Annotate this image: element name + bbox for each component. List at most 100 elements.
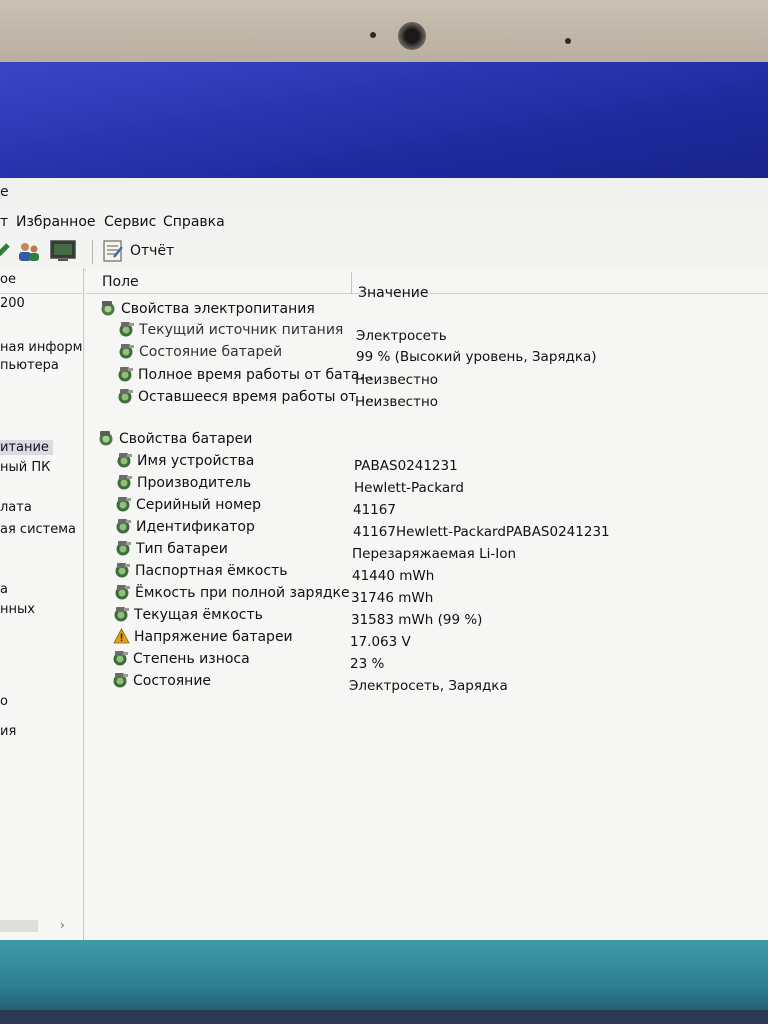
menu-favorites[interactable]: Избранное: [16, 214, 96, 230]
column-divider[interactable]: [351, 272, 352, 294]
webcam-icon: [398, 22, 426, 50]
menu-help[interactable]: Справка: [163, 214, 225, 230]
column-header: Поле Значение: [86, 268, 768, 301]
field-value: Электросеть, Зарядка: [349, 678, 508, 694]
list-item[interactable]: Серийный номер: [115, 496, 261, 513]
column-value[interactable]: Значение: [358, 285, 428, 301]
list-item[interactable]: Состояние: [112, 672, 211, 689]
list-item[interactable]: Паспортная ёмкость: [114, 562, 287, 579]
list-item[interactable]: Идентификатор: [115, 518, 255, 535]
field-value: 41167: [353, 502, 396, 518]
battery-icon: [118, 321, 135, 337]
battery-icon: [118, 343, 135, 359]
battery-properties-icon: [98, 430, 115, 446]
app-window: е т Избранное Сервис Справка Отчёт ое 20…: [0, 178, 768, 958]
list-item[interactable]: Ёмкость при полной зарядке: [114, 584, 350, 601]
sensor-dot: [370, 32, 376, 38]
sidebar-item[interactable]: пьютера: [0, 358, 59, 373]
list-item[interactable]: Степень износа: [112, 650, 250, 667]
list-item[interactable]: Производитель: [116, 474, 251, 491]
power-properties-icon: [100, 300, 117, 316]
sidebar-item[interactable]: ия: [0, 724, 16, 739]
battery-icon: [115, 540, 132, 556]
sidebar-item[interactable]: о: [0, 694, 8, 709]
battery-icon: [116, 474, 133, 490]
sidebar-header[interactable]: ое: [0, 272, 83, 294]
field-label: Тип батареи: [136, 541, 228, 557]
field-label: Текущий источник питания: [139, 322, 344, 338]
sidebar-item[interactable]: 200: [0, 296, 25, 311]
field-label: Серийный номер: [136, 497, 262, 513]
list-item[interactable]: Текущая ёмкость: [113, 606, 263, 623]
monitor-icon[interactable]: [50, 239, 76, 263]
sidebar-tree: ое 200 ная информа пьютера итание ный ПК…: [0, 268, 84, 948]
toolbar: Отчёт: [0, 234, 768, 270]
column-field[interactable]: Поле: [102, 274, 139, 290]
field-value: PABAS0241231: [354, 458, 458, 474]
list-item[interactable]: Тип батареи: [115, 540, 228, 557]
list-item[interactable]: Напряжение батареи: [113, 628, 293, 645]
sidebar-item[interactable]: нных: [0, 602, 35, 617]
sidebar-item[interactable]: а: [0, 582, 8, 597]
group-battery[interactable]: Свойства батареи: [98, 430, 252, 447]
field-value: 41167Hewlett-PackardPABAS0241231: [353, 524, 610, 540]
sidebar-scrollbar[interactable]: ›: [0, 918, 83, 934]
window-title: е: [0, 184, 9, 200]
sidebar-item[interactable]: ный ПК: [0, 460, 50, 475]
field-label: Оставшееся время работы от ...: [138, 389, 375, 405]
toolbar-separator: [92, 240, 93, 264]
field-label: Степень износа: [133, 651, 250, 667]
list-item[interactable]: Полное время работы от бата...: [117, 366, 373, 383]
menu-view[interactable]: т: [0, 214, 8, 230]
battery-icon: [115, 518, 132, 534]
battery-icon: [115, 496, 132, 512]
field-value: Неизвестно: [355, 394, 439, 410]
group-label: Свойства батареи: [119, 431, 253, 447]
scrollbar-thumb[interactable]: [0, 920, 38, 932]
field-value: 31746 mWh: [351, 590, 434, 606]
users-icon[interactable]: [16, 239, 42, 263]
field-value: 17.063 V: [350, 634, 411, 650]
warning-icon: [113, 628, 130, 644]
field-value: Неизвестно: [355, 372, 439, 388]
sidebar-item[interactable]: ая система: [0, 522, 76, 537]
field-label: Идентификатор: [136, 519, 255, 535]
chevron-right-icon[interactable]: ›: [60, 918, 65, 932]
field-label: Состояние батарей: [139, 344, 283, 360]
battery-icon: [117, 366, 134, 382]
field-label: Ёмкость при полной зарядке: [135, 585, 350, 601]
menu-service[interactable]: Сервис: [104, 214, 156, 230]
list-item[interactable]: Оставшееся время работы от ...: [117, 388, 374, 405]
field-label: Имя устройства: [137, 453, 255, 469]
sensor-dot: [565, 38, 571, 44]
field-value: Электросеть: [356, 328, 447, 344]
group-power[interactable]: Свойства электропитания: [100, 300, 315, 317]
list-item[interactable]: Состояние батарей: [118, 343, 282, 360]
field-value: 23 %: [350, 656, 385, 672]
field-value: 31583 mWh (99 %): [351, 612, 483, 628]
battery-icon: [113, 606, 130, 622]
field-value: 41440 mWh: [352, 568, 435, 584]
battery-icon: [112, 672, 129, 688]
refresh-icon[interactable]: [0, 239, 16, 263]
sidebar-item[interactable]: лата: [0, 500, 32, 515]
field-label: Полное время работы от бата...: [138, 367, 373, 383]
list-item[interactable]: Текущий источник питания: [118, 321, 343, 338]
field-label: Состояние: [133, 673, 212, 689]
sidebar-item[interactable]: ная информа: [0, 340, 83, 355]
field-value: Hewlett-Packard: [354, 480, 464, 496]
field-value: 99 % (Высокий уровень, Зарядка): [356, 349, 597, 365]
screen-bottom-edge: [0, 1010, 768, 1024]
field-label: Производитель: [137, 475, 252, 491]
report-icon[interactable]: [100, 239, 126, 263]
report-button[interactable]: Отчёт: [130, 243, 174, 259]
field-value: Перезаряжаемая Li-Ion: [352, 546, 517, 562]
group-label: Свойства электропитания: [121, 301, 315, 317]
menu-bar: т Избранное Сервис Справка: [0, 212, 768, 234]
battery-icon: [116, 452, 133, 468]
battery-icon: [114, 584, 131, 600]
battery-icon: [112, 650, 129, 666]
details-pane: Поле Значение Свойства электропитания Те…: [86, 268, 768, 948]
sidebar-item-power[interactable]: итание: [0, 440, 53, 455]
list-item[interactable]: Имя устройства: [116, 452, 254, 469]
